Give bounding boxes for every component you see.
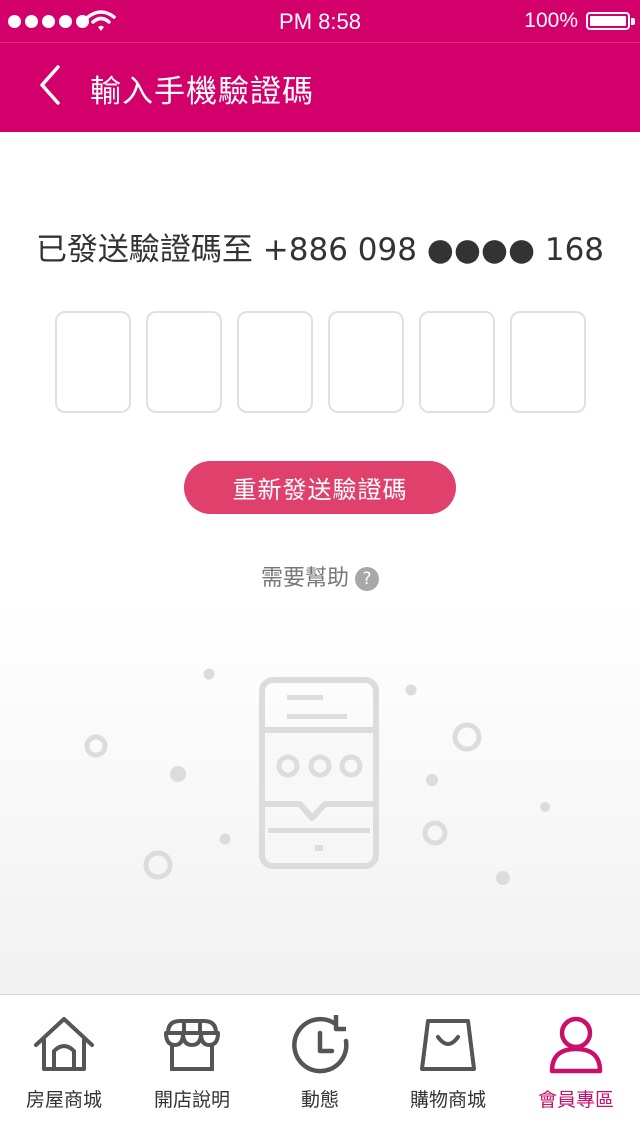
status-bar: PM 8:58 100%: [0, 0, 640, 42]
house-icon: [34, 1017, 94, 1071]
tab-member-zone[interactable]: 會員專區: [512, 995, 640, 1136]
verification-content: 已發送驗證碼至 +886 098 ●●●● 168 重新發送驗證碼 需要幫助?: [0, 132, 640, 994]
tab-store-guide[interactable]: 開店說明: [128, 995, 256, 1136]
tab-label: 購物商城: [409, 1089, 486, 1111]
resend-code-button[interactable]: 重新發送驗證碼: [184, 461, 456, 514]
page-title: 輸入手機驗證碼: [90, 74, 314, 110]
help-link[interactable]: 需要幫助?: [0, 560, 640, 592]
tab-shopping-mall[interactable]: 購物商城: [384, 995, 512, 1136]
tab-activity[interactable]: 動態: [256, 995, 384, 1136]
question-mark-icon[interactable]: ?: [355, 567, 379, 591]
phone-message-illustration: [84, 668, 550, 885]
tab-label: 會員專區: [537, 1089, 614, 1111]
nav-bar: 輸入手機驗證碼: [0, 42, 640, 132]
battery-icon: [586, 12, 630, 30]
tab-label: 開店說明: [153, 1089, 230, 1111]
code-digit-input[interactable]: [328, 311, 404, 413]
tab-label: 房屋商城: [25, 1089, 102, 1111]
sent-to-text: 已發送驗證碼至 +886 098 ●●●● 168: [35, 232, 605, 268]
storefront-icon: [164, 1019, 220, 1071]
battery-percentage: 100%: [524, 9, 578, 32]
code-digit-input[interactable]: [419, 311, 495, 413]
tab-label: 動態: [300, 1089, 339, 1111]
code-input-group: [55, 311, 586, 413]
code-digit-input[interactable]: [146, 311, 222, 413]
bottom-tab-bar: 房屋商城 開店說明 動態 購物商城 會員專區: [0, 994, 640, 1136]
chevron-left-icon: [40, 65, 60, 105]
tab-house-mall[interactable]: 房屋商城: [0, 995, 128, 1136]
code-digit-input[interactable]: [55, 311, 131, 413]
phone-chat-icon: [259, 677, 379, 869]
code-digit-input[interactable]: [510, 311, 586, 413]
refresh-clock-icon: [292, 1015, 349, 1074]
shopping-bag-icon: [420, 1019, 476, 1071]
help-label: 需要幫助: [260, 566, 349, 591]
user-icon: [549, 1016, 603, 1074]
back-button[interactable]: [30, 61, 74, 111]
code-digit-input[interactable]: [237, 311, 313, 413]
